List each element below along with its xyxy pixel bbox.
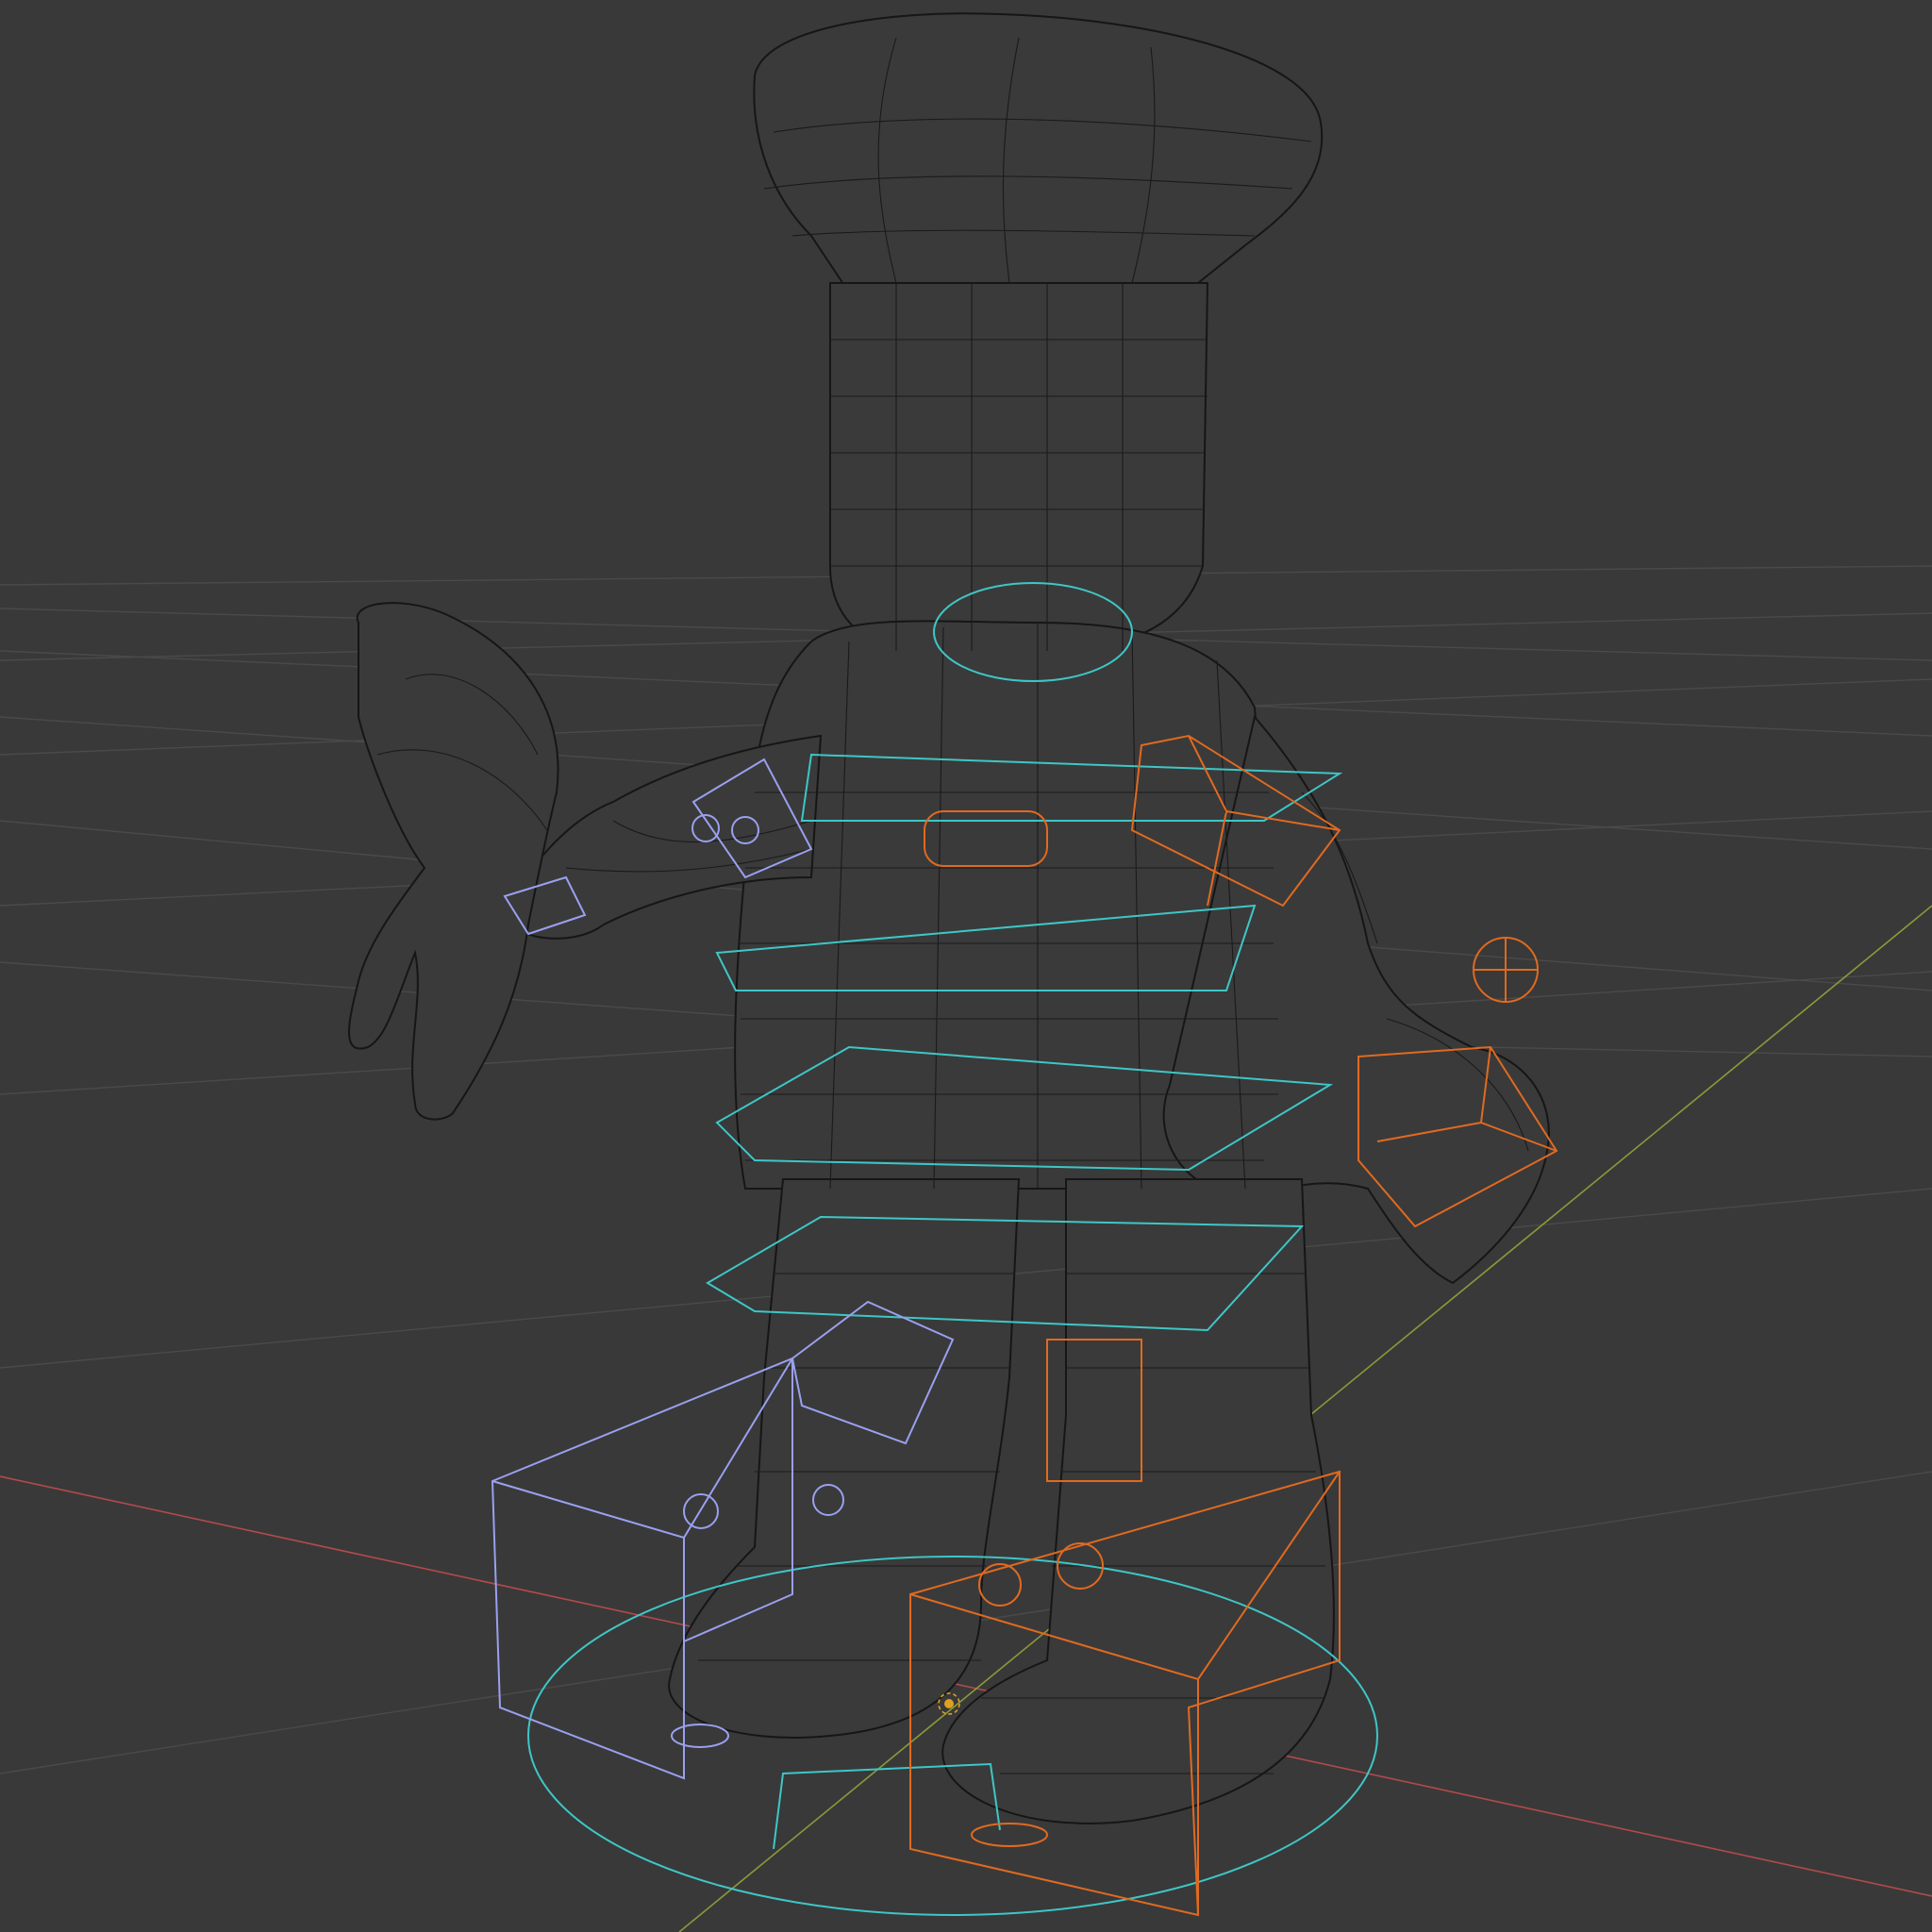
3d-viewport[interactable] bbox=[0, 0, 1932, 1932]
chef-hand-right[interactable] bbox=[348, 602, 559, 1121]
viewport-canvas[interactable] bbox=[0, 0, 1932, 1932]
knee-left-control[interactable] bbox=[978, 1563, 1022, 1607]
toe-left-control[interactable] bbox=[971, 1823, 1048, 1847]
toe-right-control[interactable] bbox=[671, 1724, 729, 1748]
chef-hat-top[interactable] bbox=[753, 12, 1324, 294]
chef-head[interactable] bbox=[829, 282, 1209, 652]
chef-leg-right[interactable] bbox=[668, 1178, 1021, 1739]
